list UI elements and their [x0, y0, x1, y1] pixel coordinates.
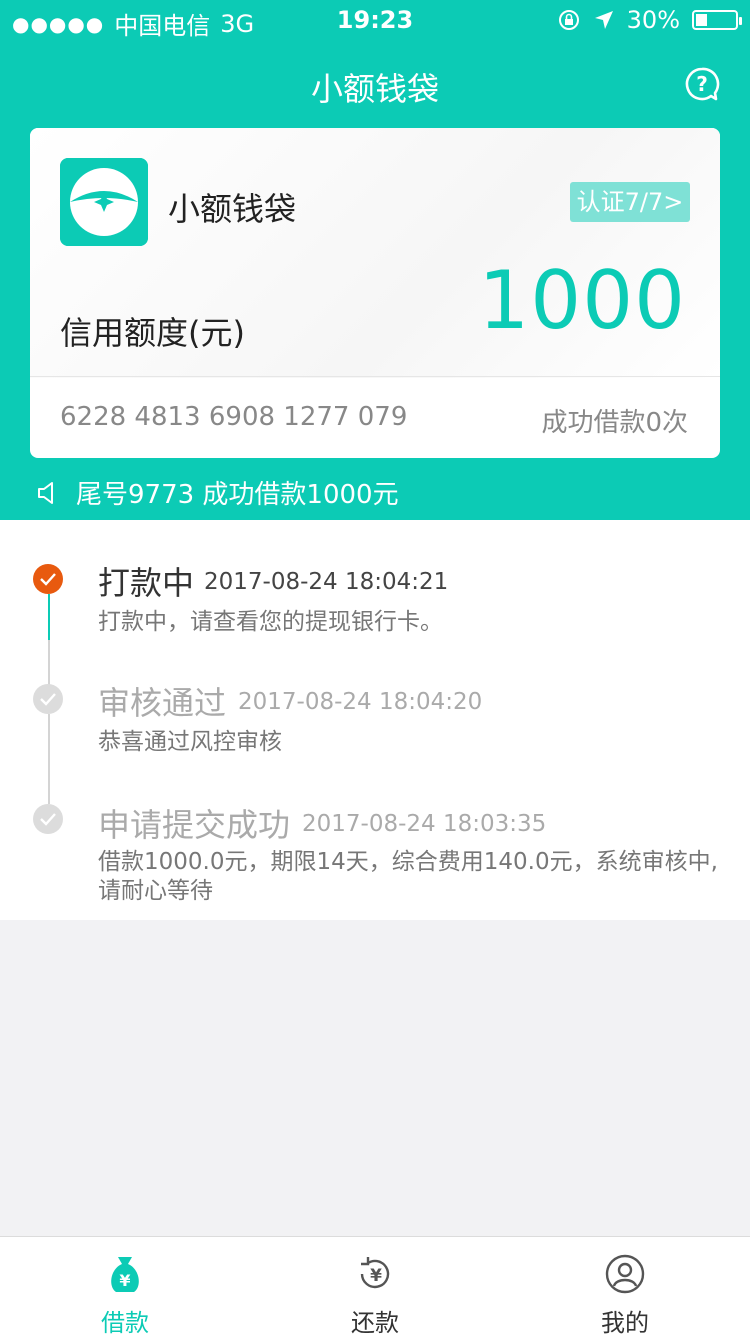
credit-limit-amount: 1000	[478, 254, 686, 347]
bank-card-number: 6228 4813 6908 1277 079	[60, 402, 408, 432]
page-title: 小额钱袋	[310, 70, 439, 108]
tab-label: 我的	[601, 1309, 649, 1334]
status-check-icon	[33, 804, 63, 834]
card-divider	[30, 376, 720, 377]
timeline-step-time: 2017-08-24 18:04:20	[238, 689, 483, 715]
orientation-lock-icon	[558, 10, 579, 30]
timeline-connector	[48, 714, 50, 804]
certification-button[interactable]: 认证7/7>	[570, 182, 690, 222]
credit-limit-label: 信用额度(元)	[60, 314, 245, 352]
tab-label: 还款	[351, 1309, 399, 1334]
notice-bar: 尾号9773 成功借款1000元	[36, 474, 399, 511]
timeline-step-time: 2017-08-24 18:03:35	[302, 811, 547, 837]
loan-timeline: 打款中 2017-08-24 18:04:21 打款中，请查看您的提现银行卡。 …	[0, 520, 750, 920]
success-loan-count: 成功借款0次	[541, 408, 688, 438]
tab-label: 借款	[101, 1309, 149, 1334]
card-title: 小额钱袋	[168, 190, 297, 228]
tab-borrow[interactable]: ¥ 借款	[0, 1237, 250, 1334]
battery-icon	[692, 10, 742, 30]
timeline-step-time: 2017-08-24 18:04:21	[204, 569, 449, 595]
credit-card-panel: 小额钱袋 认证7/7> 信用额度(元) 1000 6228 4813 6908 …	[30, 128, 720, 458]
tab-mine[interactable]: 我的	[500, 1237, 750, 1334]
svg-text:?: ?	[696, 72, 708, 96]
location-arrow-icon	[594, 11, 613, 29]
status-check-icon	[33, 564, 63, 594]
notice-text: 尾号9773 成功借款1000元	[76, 480, 399, 510]
battery-percent: 30%	[626, 6, 680, 34]
help-icon[interactable]: ?	[684, 66, 720, 102]
speaker-icon	[38, 481, 53, 504]
money-bag-icon: ¥	[111, 1257, 139, 1292]
tab-bar: ¥ 借款 ¥ 还款 我的	[0, 1236, 750, 1334]
timeline-step-desc: 打款中，请查看您的提现银行卡。	[98, 609, 443, 635]
svg-text:¥: ¥	[119, 1271, 130, 1290]
app-logo-icon	[60, 158, 148, 246]
tab-repay[interactable]: ¥ 还款	[250, 1237, 500, 1334]
timeline-step-title: 审核通过	[98, 684, 227, 722]
svg-text:¥: ¥	[370, 1266, 382, 1286]
status-check-icon	[33, 684, 63, 714]
timeline-step-title: 申请提交成功	[98, 806, 291, 844]
timeline-step-title: 打款中	[98, 564, 195, 602]
timeline-connector	[48, 594, 50, 640]
repay-yen-icon: ¥	[360, 1257, 390, 1289]
user-profile-icon	[605, 1254, 645, 1294]
status-bar: ●●●●● 中国电信 3G 19:23 30%	[0, 0, 750, 40]
timeline-step-desc: 借款1000.0元，期限14天，综合费用140.0元，系统审核中,请耐心等待	[98, 849, 718, 904]
timeline-step-desc: 恭喜通过风控审核	[98, 729, 282, 755]
